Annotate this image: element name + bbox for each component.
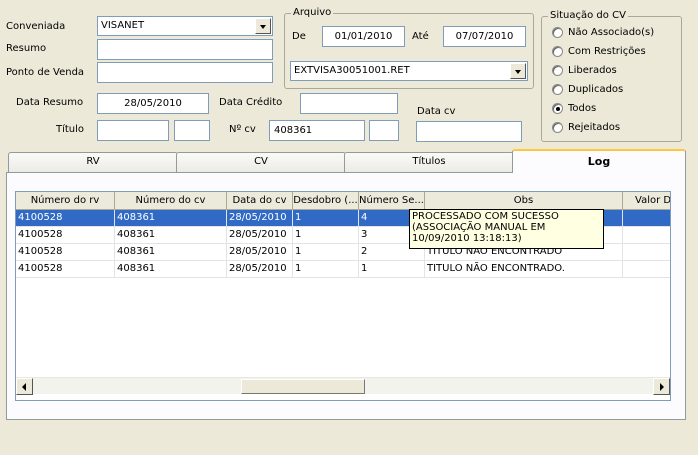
cell-data-cv: 28/05/2010	[227, 227, 293, 244]
data-resumo-input[interactable]: 28/05/2010	[97, 93, 209, 114]
tooltip-line: 10/09/2010 13:18:13)	[412, 233, 522, 244]
table-row[interactable]: 4100528 408361 28/05/2010 1 1 TITULO NÃO…	[16, 261, 670, 278]
radio-button-icon	[552, 84, 563, 95]
conveniada-value: VISANET	[101, 20, 145, 31]
horizontal-scrollbar[interactable]	[16, 377, 670, 395]
cell-numero-rv: 4100528	[16, 210, 115, 227]
tab-cv[interactable]: CV	[176, 152, 346, 172]
cell-numero-rv: 4100528	[16, 244, 115, 261]
cell-numero-cv: 408361	[115, 227, 227, 244]
ponto-venda-label: Ponto de Venda	[6, 67, 85, 78]
radio-todos[interactable]: Todos	[550, 102, 596, 116]
col-header-desdobro[interactable]: Desdobro (...	[293, 192, 359, 210]
ncv-input[interactable]: 408361	[269, 120, 365, 141]
data-resumo-label: Data Resumo	[16, 97, 84, 108]
radio-button-icon	[552, 65, 563, 76]
ate-date-input[interactable]: 07/07/2010	[443, 26, 526, 47]
radio-button-icon	[552, 46, 563, 57]
cell-valor-diferenca	[623, 227, 670, 244]
scroll-left-icon[interactable]	[16, 378, 33, 395]
cell-valor-diferenca	[623, 244, 670, 261]
status-area	[0, 428, 698, 455]
radio-label: Todos	[568, 103, 597, 114]
cell-data-cv: 28/05/2010	[227, 210, 293, 227]
tab-rv[interactable]: RV	[8, 152, 178, 172]
col-header-valor-diferenca[interactable]: Valor Difere	[623, 192, 670, 210]
col-header-numero-se[interactable]: Número Se...	[359, 192, 425, 210]
data-cv-label: Data cv	[417, 106, 456, 117]
titulo-input[interactable]	[97, 120, 169, 141]
titulo-digit-input[interactable]	[174, 120, 210, 141]
radio-com-restricoes[interactable]: Com Restrições	[550, 45, 646, 59]
data-credito-label: Data Crédito	[219, 97, 283, 108]
radio-rejeitados[interactable]: Rejeitados	[550, 121, 620, 135]
radio-label: Liberados	[568, 65, 617, 76]
de-date-input[interactable]: 01/01/2010	[322, 26, 405, 47]
cell-desdobro: 1	[293, 261, 359, 278]
col-header-numero-rv[interactable]: Número do rv	[16, 192, 115, 210]
tab-log[interactable]: Log	[512, 149, 686, 173]
radio-button-icon	[552, 122, 563, 133]
radio-label: Não Associado(s)	[568, 27, 655, 38]
resumo-input[interactable]	[97, 39, 273, 60]
cell-desdobro: 1	[293, 227, 359, 244]
cell-numero-cv: 408361	[115, 244, 227, 261]
arquivo-group-title: Arquivo	[291, 7, 334, 19]
chevron-down-icon[interactable]	[255, 18, 271, 34]
de-label: De	[292, 31, 306, 42]
col-header-data-cv[interactable]: Data do cv	[227, 192, 293, 210]
radio-nao-associados[interactable]: Não Associado(s)	[550, 26, 654, 40]
radio-duplicados[interactable]: Duplicados	[550, 83, 623, 97]
cell-desdobro: 1	[293, 244, 359, 261]
cell-data-cv: 28/05/2010	[227, 244, 293, 261]
col-header-numero-cv[interactable]: Número do cv	[115, 192, 227, 210]
cell-numero-se: 1	[359, 261, 425, 278]
cell-valor-diferenca	[623, 261, 670, 278]
resumo-label: Resumo	[6, 43, 47, 54]
situacao-group-title: Situação do CV	[548, 10, 628, 22]
radio-label: Rejeitados	[568, 122, 621, 133]
arquivo-file-value: EXTVISA30051001.RET	[294, 65, 410, 76]
radio-liberados[interactable]: Liberados	[550, 64, 617, 78]
ncv-digit-input[interactable]	[369, 120, 399, 141]
cell-desdobro: 1	[293, 210, 359, 227]
ncv-label: Nº cv	[229, 124, 256, 135]
data-credito-input[interactable]	[300, 93, 398, 114]
tooltip-line: (ASSOCIAÇÃO MANUAL EM	[412, 222, 546, 233]
cell-numero-rv: 4100528	[16, 261, 115, 278]
cell-numero-rv: 4100528	[16, 227, 115, 244]
ponto-venda-input[interactable]	[97, 62, 273, 83]
cell-obs: TITULO NÃO ENCONTRADO.	[425, 261, 623, 278]
chevron-down-icon[interactable]	[510, 63, 526, 79]
radio-button-checked-icon	[552, 103, 563, 114]
tooltip-line: PROCESSADO COM SUCESSO	[412, 211, 559, 222]
col-header-obs[interactable]: Obs	[425, 192, 623, 210]
cell-numero-cv: 408361	[115, 261, 227, 278]
cell-numero-cv: 408361	[115, 210, 227, 227]
cell-valor-diferenca	[623, 210, 670, 227]
radio-button-icon	[552, 27, 563, 38]
data-cv-input[interactable]	[416, 121, 522, 142]
conveniada-label: Conveniada	[6, 21, 66, 32]
radio-label: Com Restrições	[568, 46, 646, 57]
cell-data-cv: 28/05/2010	[227, 261, 293, 278]
conveniada-select[interactable]: VISANET	[97, 16, 273, 36]
arquivo-file-select[interactable]: EXTVISA30051001.RET	[290, 61, 528, 81]
ate-label: Até	[412, 31, 429, 42]
tab-titulos[interactable]: Títulos	[344, 152, 514, 172]
obs-tooltip: PROCESSADO COM SUCESSO (ASSOCIAÇÃO MANUA…	[409, 209, 604, 249]
titulo-label: Título	[56, 124, 85, 135]
scroll-thumb[interactable]	[241, 379, 365, 394]
radio-label: Duplicados	[568, 84, 624, 95]
scroll-right-icon[interactable]	[653, 378, 670, 395]
